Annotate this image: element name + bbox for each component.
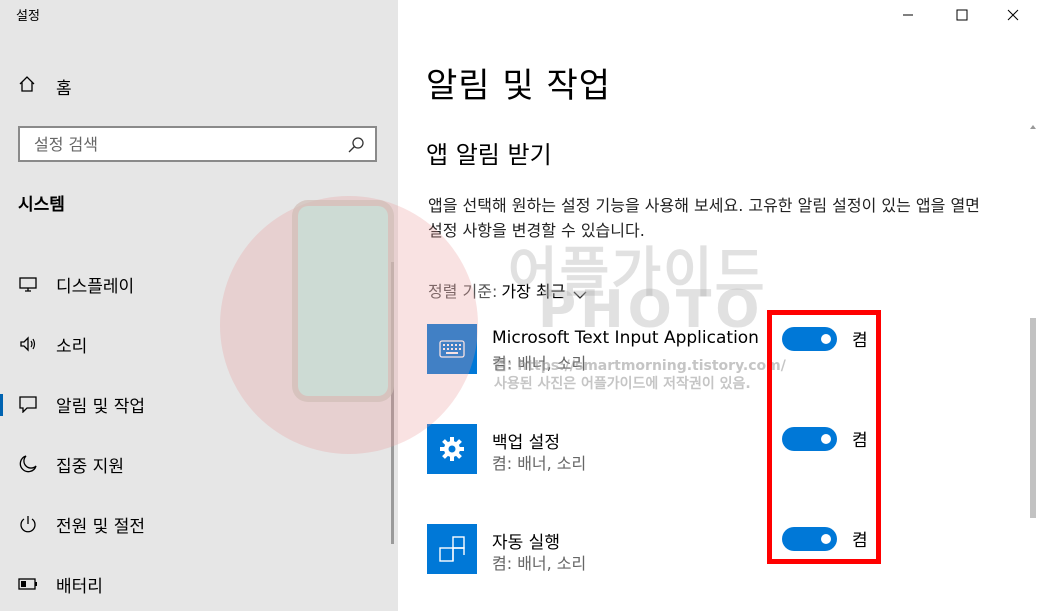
sidebar-item-notifications[interactable]: 알림 및 작업: [0, 374, 398, 434]
home-icon: [18, 75, 36, 97]
section-title: 시스템: [18, 195, 65, 215]
window-title: 설정: [16, 9, 40, 24]
sidebar-item-focus-assist[interactable]: 집중 지원: [0, 434, 398, 494]
sort-dropdown[interactable]: 정렬 기준: 가장 최근: [428, 278, 587, 302]
maximize-icon: [956, 6, 968, 25]
search-box[interactable]: [18, 126, 377, 162]
close-icon: [1007, 6, 1019, 25]
sort-value: 가장 최근: [501, 282, 566, 301]
search-icon[interactable]: [347, 136, 365, 154]
speaker-icon: [18, 334, 38, 354]
notification-toggle[interactable]: [782, 327, 837, 351]
sidebar-item-label: 배터리: [56, 576, 103, 597]
toggle-state: 켬: [852, 331, 868, 351]
sidebar-item-label: 소리: [56, 336, 88, 357]
toggle-knob: [821, 334, 831, 344]
page-title: 알림 및 작업: [426, 66, 612, 106]
sidebar-item-sound[interactable]: 소리: [0, 314, 398, 374]
sidebar-item-display[interactable]: 디스플레이: [0, 254, 398, 314]
section-subtitle: 앱 알림 받기: [426, 141, 552, 169]
keyboard-icon: [427, 324, 477, 374]
list-item[interactable]: 백업 설정 켬: 배너, 소리 켬: [427, 424, 907, 524]
toggle-state: 켬: [852, 531, 868, 551]
battery-icon: [18, 574, 38, 594]
toggle-knob: [821, 534, 831, 544]
sidebar-item-label: 디스플레이: [56, 276, 135, 297]
scrollbar-thumb[interactable]: [1030, 318, 1036, 518]
toggle-knob: [821, 434, 831, 444]
toggle-state: 켬: [852, 431, 868, 451]
sidebar-item-label: 집중 지원: [56, 456, 124, 477]
gear-icon: [427, 424, 477, 474]
main-panel: 알림 및 작업 앱 알림 받기 앱을 선택해 원하는 설정 기능을 사용해 보세…: [398, 0, 1038, 611]
chevron-down-icon: [573, 285, 587, 299]
app-notification-summary: 켬: 배너, 소리: [492, 454, 587, 473]
notification-toggle[interactable]: [782, 427, 837, 451]
main-scrollbar[interactable]: [1027, 112, 1038, 611]
app-list: Microsoft Text Input Application 켬: 배너, …: [427, 324, 907, 611]
maximize-button[interactable]: [936, 0, 988, 30]
list-item[interactable]: Microsoft Text Input Application 켬: 배너, …: [427, 324, 907, 424]
app-notification-summary: 켬: 배너, 소리: [492, 354, 587, 373]
scroll-up-icon[interactable]: [1030, 115, 1036, 129]
home-label: 홈: [56, 78, 72, 99]
sidebar-item-label: 전원 및 절전: [56, 516, 146, 537]
autoplay-icon: [427, 524, 477, 574]
home-link[interactable]: 홈: [18, 72, 72, 100]
notification-toggle[interactable]: [782, 527, 837, 551]
section-description: 앱을 선택해 원하는 설정 기능을 사용해 보세요. 고유한 알림 설정이 있는…: [428, 196, 980, 240]
minimize-button[interactable]: [882, 0, 934, 30]
moon-icon: [18, 454, 38, 474]
sidebar-item-battery[interactable]: 배터리: [0, 554, 398, 611]
power-icon: [18, 514, 38, 534]
minimize-icon: [902, 6, 914, 25]
search-input[interactable]: [34, 134, 334, 154]
list-item[interactable]: 자동 실행 켬: 배너, 소리 켬: [427, 524, 907, 611]
close-button[interactable]: [988, 0, 1038, 30]
display-icon: [18, 274, 38, 294]
app-name: Microsoft Text Input Application: [492, 328, 759, 348]
app-notification-summary: 켬: 배너, 소리: [492, 554, 587, 573]
sidebar-item-label: 알림 및 작업: [56, 396, 146, 417]
notification-icon: [18, 394, 38, 414]
sidebar-item-power[interactable]: 전원 및 절전: [0, 494, 398, 554]
sort-label: 정렬 기준:: [428, 282, 498, 301]
sidebar-nav: 디스플레이 소리 알림 및 작업 집중 지원 전원 및 절전 배터리: [0, 254, 398, 611]
sidebar-scrollbar[interactable]: [391, 262, 394, 544]
sidebar: 설정 홈 시스템 디스플레이 소리 알림 및 작: [0, 0, 398, 611]
